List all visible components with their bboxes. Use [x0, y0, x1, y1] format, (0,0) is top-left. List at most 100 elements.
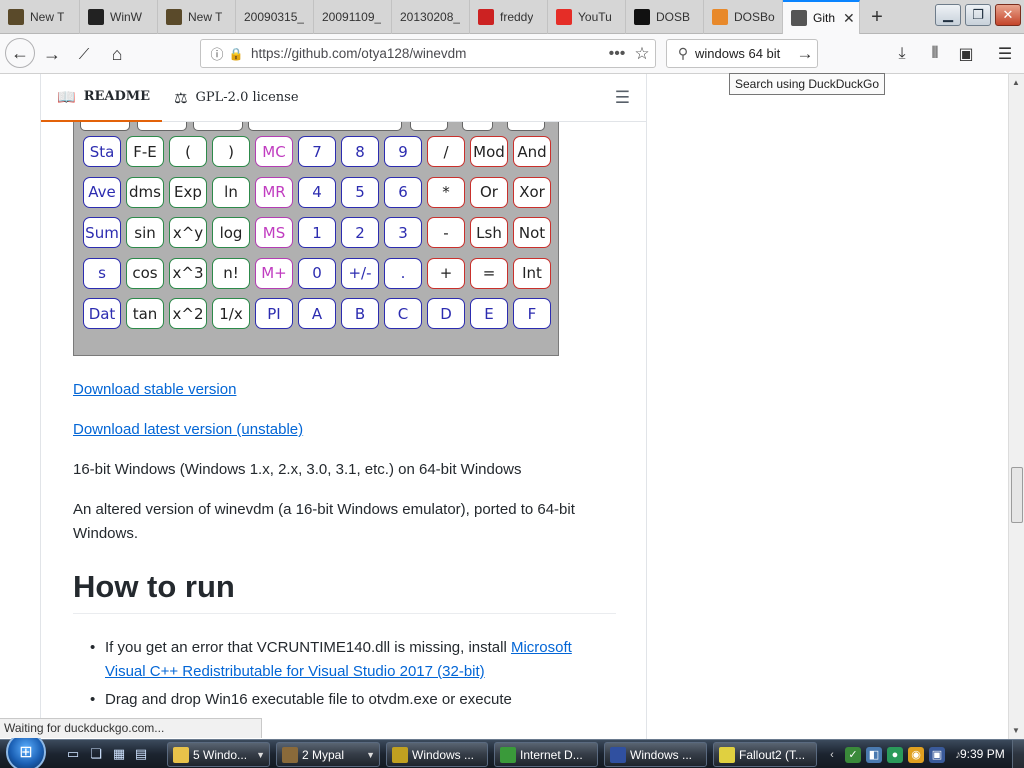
description-paragraph: 16-bit Windows (Windows 1.x, 2.x, 3.0, 3… — [73, 461, 522, 478]
arrow-right-icon: → — [43, 43, 61, 64]
switch-windows-icon[interactable]: ❏ — [87, 746, 105, 762]
browser-tab[interactable]: Gith ✕ — [783, 0, 860, 34]
forward-button[interactable]: → — [38, 40, 66, 68]
calculator-key: 8 — [341, 136, 379, 167]
calculator-key: s — [83, 257, 121, 289]
sidebar-icon[interactable]: ▣ — [954, 42, 978, 66]
tray-app-icon[interactable]: ✓ — [845, 746, 861, 763]
calculator-key: And — [513, 136, 551, 167]
browser-tab[interactable]: 20130208_ — [392, 0, 470, 34]
scroll-down-arrow-icon[interactable]: ▼ — [1012, 726, 1020, 735]
url-text[interactable]: https://github.com/otya128/winevdm — [251, 46, 605, 61]
search-bar[interactable]: ⚲ windows 64 bit → — [666, 39, 818, 68]
scrollbar-thumb[interactable] — [1011, 467, 1023, 523]
clock[interactable]: 9:39 PM — [960, 747, 1005, 761]
windows-logo-icon: ⊞ — [19, 744, 33, 761]
calculator-key: +/- — [341, 257, 379, 289]
browser-tab[interactable]: New T — [158, 0, 236, 34]
calculator-key: MS — [255, 217, 293, 248]
taskbar-button[interactable]: 5 Windo... ▼ — [167, 742, 270, 767]
show-desktop-button[interactable] — [1012, 740, 1024, 768]
browser-tab[interactable]: DOSB — [626, 0, 704, 34]
taskbar-button[interactable]: Windows ... — [386, 742, 488, 767]
maximize-button[interactable]: ❐ — [965, 4, 991, 26]
taskbar-button[interactable]: Fallout2 (T... — [713, 742, 817, 767]
tray-app-icon[interactable]: ◉ — [908, 746, 924, 763]
search-icon[interactable]: ⚲ — [671, 45, 695, 62]
youtube-icon — [556, 9, 572, 25]
tab-title: DOSBo — [734, 10, 775, 24]
quicklaunch-app-icon[interactable]: ▦ — [110, 746, 128, 762]
scroll-up-arrow-icon[interactable]: ▲ — [1012, 78, 1020, 87]
show-desktop-quicklaunch-icon[interactable]: ▭ — [64, 746, 82, 762]
calculator-key: Sta — [83, 136, 121, 167]
calculator-key: Xor — [513, 176, 551, 208]
page-actions-icon[interactable]: ••• — [605, 45, 629, 63]
stop-loading-button[interactable]: ⟋ — [70, 40, 98, 68]
taskbar-button[interactable]: Windows ... — [604, 742, 707, 767]
calculator-key: M+ — [255, 257, 293, 289]
calculator-key: log — [212, 217, 250, 248]
browser-tab[interactable]: freddy — [470, 0, 548, 34]
tray-app-icon[interactable]: ● — [887, 746, 903, 763]
network-icon[interactable]: ▣ — [929, 746, 945, 763]
menu-icon[interactable]: ☰ — [993, 42, 1017, 66]
quicklaunch-app-icon[interactable]: ▤ — [132, 746, 150, 762]
vertical-scrollbar[interactable]: ▲ ▼ — [1008, 74, 1024, 739]
taskbar-button[interactable]: Internet D... — [494, 742, 598, 767]
calculator-key: + — [427, 257, 465, 289]
tray-expand-icon[interactable]: ‹ — [824, 747, 840, 763]
license-tab[interactable]: ⚖ GPL-2.0 license — [162, 74, 310, 122]
search-go-arrow-icon[interactable]: → — [793, 44, 817, 64]
bookmark-star-icon[interactable]: ☆ — [629, 44, 655, 64]
new-tab-button[interactable]: + — [866, 4, 888, 30]
library-icon[interactable]: ⫴ — [923, 42, 947, 66]
app-icon — [719, 746, 735, 763]
minimize-button[interactable]: ▁ — [935, 4, 961, 26]
browser-tab[interactable]: YouTu — [548, 0, 626, 34]
search-tooltip: Search using DuckDuckGo — [729, 73, 886, 95]
tab-title: freddy — [500, 10, 534, 24]
lock-icon[interactable]: 🔒 — [227, 47, 245, 61]
download-latest-link[interactable]: Download latest version (unstable) — [73, 421, 303, 438]
browser-tab[interactable]: 20091109_ — [314, 0, 392, 34]
home-button[interactable]: ⌂ — [103, 40, 131, 68]
table-of-contents-icon[interactable]: ☰ — [615, 88, 630, 108]
url-bar[interactable]: ⓘ 🔒 https://github.com/otya128/winevdm •… — [200, 39, 656, 68]
browser-tab[interactable]: 20090315_ — [236, 0, 314, 34]
browser-tab[interactable]: New T — [0, 0, 80, 34]
app-icon — [500, 746, 516, 763]
app-icon — [282, 746, 298, 763]
calculator-key: tan — [126, 298, 164, 329]
calculator-key: MC — [255, 136, 293, 167]
license-tab-label: GPL-2.0 license — [195, 90, 299, 105]
group-dropdown-icon[interactable]: ▼ — [256, 750, 265, 760]
close-tab-icon[interactable]: ✕ — [843, 10, 855, 27]
info-icon[interactable]: ⓘ — [207, 44, 227, 63]
readme-tab[interactable]: 📖 README — [41, 74, 163, 122]
z-icon — [634, 9, 650, 25]
tab-title: DOSB — [656, 10, 691, 24]
downloads-icon[interactable]: ⤓ — [890, 42, 914, 66]
calculator-key: ( — [169, 136, 207, 167]
browser-tab[interactable]: DOSBo — [704, 0, 783, 34]
calculator-key: 4 — [298, 176, 336, 208]
tab-title: 20130208_ — [400, 10, 461, 24]
calculator-cut-key — [507, 122, 545, 131]
tab-title: YouTu — [578, 10, 612, 24]
calculator-cut-key — [137, 122, 187, 131]
arrow-left-icon: ← — [11, 42, 29, 63]
calculator-key: x^3 — [169, 257, 207, 289]
search-input[interactable]: windows 64 bit — [695, 46, 793, 61]
browser-tab[interactable]: WinW — [80, 0, 158, 34]
calculator-key: cos — [126, 257, 164, 289]
download-stable-link[interactable]: Download stable version — [73, 381, 236, 398]
calculator-key: . — [384, 257, 422, 289]
back-button[interactable]: ← — [5, 38, 35, 68]
group-dropdown-icon[interactable]: ▼ — [366, 750, 375, 760]
calculator-key: * — [427, 176, 465, 208]
tray-app-icon[interactable]: ◧ — [866, 746, 882, 763]
calculator-key: ) — [212, 136, 250, 167]
close-window-button[interactable]: ✕ — [995, 4, 1021, 26]
taskbar-button[interactable]: 2 Mypal ▼ — [276, 742, 380, 767]
